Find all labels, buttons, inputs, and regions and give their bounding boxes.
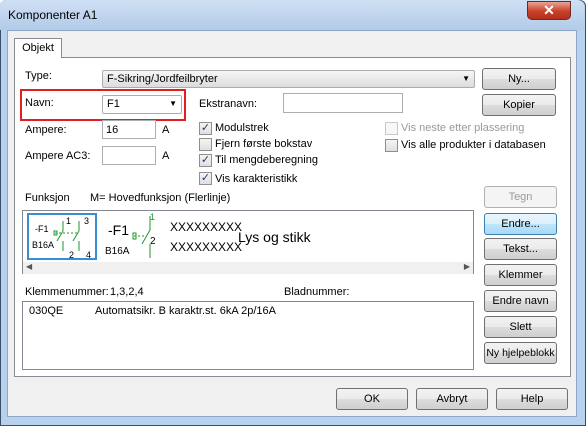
vis-alle-produkter-label: Vis alle produkter i databasen bbox=[401, 139, 546, 151]
type-label: Type: bbox=[25, 70, 52, 82]
ampere-input[interactable]: 16 bbox=[102, 120, 156, 139]
scroll-left-icon[interactable]: ◀ bbox=[26, 262, 32, 271]
slett-button[interactable]: Slett bbox=[484, 316, 557, 338]
vis-karakteristikk-checkbox[interactable]: ✓ bbox=[199, 172, 212, 185]
ampere-ac3-label: Ampere AC3: bbox=[25, 150, 91, 162]
ok-button[interactable]: OK bbox=[336, 388, 408, 410]
endre-button[interactable]: Endre... bbox=[484, 213, 557, 235]
kopier-button[interactable]: Kopier bbox=[482, 94, 556, 116]
close-button[interactable]: ✕ bbox=[527, 1, 571, 20]
funksjon-value: M= Hovedfunksjon (Flerlinje) bbox=[90, 192, 231, 204]
close-icon: ✕ bbox=[543, 2, 555, 18]
symbol-ref: -F1 bbox=[108, 222, 129, 238]
tegn-button[interactable]: Tegn bbox=[484, 186, 557, 208]
tekst-button[interactable]: Tekst... bbox=[484, 238, 557, 260]
title-bar[interactable]: Komponenter A1 bbox=[0, 0, 584, 30]
ampere-unit: A bbox=[162, 124, 170, 136]
avbryt-button[interactable]: Avbryt bbox=[416, 388, 488, 410]
fjern-forste-bokstav-label: Fjern første bokstav bbox=[215, 138, 313, 150]
checkmark-icon: ✓ bbox=[200, 172, 211, 184]
breaker-symbol-icon bbox=[53, 221, 80, 251]
chevron-down-icon: ▼ bbox=[169, 99, 177, 108]
symbol-rating: B16A bbox=[105, 246, 130, 257]
ny-hjelpeblokk-button[interactable]: Ny hjelpeblokk bbox=[484, 342, 557, 364]
checkmark-icon: ✓ bbox=[200, 154, 211, 166]
breaker-contact-icon bbox=[132, 216, 151, 258]
horizontal-scrollbar[interactable]: ◀ ▶ bbox=[23, 262, 473, 274]
navn-label: Navn: bbox=[25, 97, 54, 109]
vis-karakteristikk-label: Vis karakteristikk bbox=[215, 173, 298, 185]
vis-neste-label: Vis neste etter plassering bbox=[401, 122, 525, 134]
ekstranavn-label: Ekstranavn: bbox=[199, 98, 258, 110]
modulstrek-checkbox[interactable]: ✓ bbox=[199, 122, 212, 135]
ampere-ac3-unit: A bbox=[162, 150, 170, 162]
ny-button[interactable]: Ny... bbox=[482, 68, 556, 90]
product-code: 030QE bbox=[29, 305, 64, 317]
symbol-x-line-2: XXXXXXXXX bbox=[170, 240, 243, 254]
product-list[interactable]: 030QE Automatsikr. B karaktr.st. 6kA 2p/… bbox=[22, 301, 474, 370]
vis-neste-checkbox[interactable] bbox=[385, 122, 398, 135]
klemmer-button[interactable]: Klemmer bbox=[484, 264, 557, 286]
ampere-label: Ampere: bbox=[25, 124, 67, 136]
klemmenummer-value: 1,3,2,4 bbox=[110, 286, 144, 298]
symbol-description: Lys og stikk bbox=[238, 229, 311, 245]
bladnummer-label: Bladnummer: bbox=[284, 286, 350, 298]
ekstranavn-input[interactable] bbox=[283, 93, 403, 113]
type-value: F-Sikring/Jordfeilbryter bbox=[107, 73, 218, 85]
chevron-down-icon: ▼ bbox=[462, 74, 470, 83]
checkmark-icon: ✓ bbox=[200, 122, 211, 134]
funksjon-label: Funksjon bbox=[25, 192, 70, 204]
symbol-thumbnail[interactable]: -F1 B16A 1 3 2 4 bbox=[27, 213, 97, 260]
ampere-ac3-input[interactable] bbox=[102, 146, 156, 165]
tab-objekt[interactable]: Objekt bbox=[14, 38, 62, 58]
window-title: Komponenter A1 bbox=[8, 8, 98, 22]
til-mengdeberegning-label: Til mengdeberegning bbox=[215, 154, 318, 166]
navn-value: F1 bbox=[107, 98, 120, 110]
type-select[interactable]: F-Sikring/Jordfeilbryter ▼ bbox=[102, 70, 475, 88]
klemmenummer-label: Klemmenummer: bbox=[25, 286, 109, 298]
vis-alle-produkter-checkbox[interactable] bbox=[385, 139, 398, 152]
list-item[interactable]: 030QE Automatsikr. B karaktr.st. 6kA 2p/… bbox=[23, 303, 473, 319]
til-mengdeberegning-checkbox[interactable]: ✓ bbox=[199, 154, 212, 167]
scroll-right-icon[interactable]: ▶ bbox=[464, 262, 470, 271]
help-button[interactable]: Help bbox=[496, 388, 568, 410]
product-description: Automatsikr. B karaktr.st. 6kA 2p/16A bbox=[95, 305, 276, 317]
thumb-ref: -F1 bbox=[35, 224, 49, 234]
modulstrek-label: Modulstrek bbox=[215, 122, 269, 134]
endre-navn-button[interactable]: Endre navn bbox=[484, 290, 557, 312]
fjern-forste-bokstav-checkbox[interactable] bbox=[199, 138, 212, 151]
navn-select[interactable]: F1 ▼ bbox=[102, 95, 182, 114]
symbol-x-line-1: XXXXXXXXX bbox=[170, 220, 243, 234]
